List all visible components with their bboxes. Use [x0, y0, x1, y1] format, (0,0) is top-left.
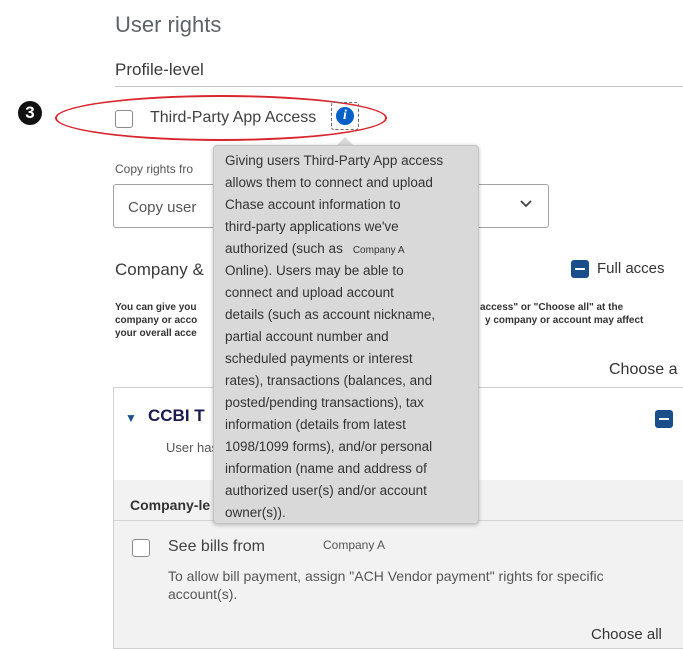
page-title: User rights — [115, 12, 222, 37]
tooltip-line: partial account number and — [225, 329, 389, 344]
copy-user-select-value: Copy user — [128, 199, 197, 216]
full-access-label: Full acces — [597, 260, 665, 277]
choose-all-link[interactable]: Choose all — [591, 626, 662, 643]
tooltip-line: 1098/1099 forms), and/or personal — [225, 439, 433, 454]
company-section-title: Company & — [115, 260, 204, 279]
section-title-profile-level: Profile-level — [115, 60, 204, 79]
divider — [115, 86, 683, 87]
tooltip-line: authorized user(s) and/or account — [225, 483, 427, 498]
bill-payment-note: To allow bill payment, assign "ACH Vendo… — [168, 568, 604, 584]
company-name[interactable]: CCBI T — [148, 406, 205, 426]
copy-rights-label: Copy rights fro — [115, 162, 194, 176]
tooltip-line: information (details from latest — [225, 417, 406, 432]
tooltip-line: scheduled payments or interest — [225, 351, 413, 366]
user-has-text: User has — [166, 440, 219, 455]
tooltip-line: rates), transactions (balances, and — [225, 373, 433, 388]
third-party-access-checkbox[interactable] — [115, 110, 133, 128]
info-icon[interactable]: i — [336, 107, 354, 125]
see-bills-checkbox[interactable] — [132, 539, 150, 557]
company-select-all-checkbox[interactable] — [655, 410, 673, 428]
expand-triangle-icon[interactable]: ▼ — [125, 411, 137, 425]
step-number-badge: 3 — [18, 101, 42, 125]
tooltip-line: owner(s)). — [225, 505, 286, 520]
chevron-down-icon — [519, 197, 533, 216]
tooltip-text: authorized (such as — [225, 241, 343, 256]
company-desc-line: access" or "Choose all" at the — [480, 302, 624, 313]
company-desc-line: You can give you — [115, 302, 197, 313]
tooltip-line: Online). Users may be able to — [225, 263, 404, 278]
bill-payment-note: account(s). — [168, 586, 238, 602]
company-level-heading: Company-le — [130, 497, 211, 513]
tooltip-line: Giving users Third-Party App access — [225, 153, 444, 168]
see-bills-company: Company A — [323, 538, 386, 552]
company-desc-line: y company or account may affect — [485, 315, 644, 326]
tooltip-line: details (such as account nickname, — [225, 307, 436, 322]
tooltip-line: connect and upload account — [225, 285, 394, 300]
tooltip-line: information (name and address of — [225, 461, 427, 476]
company-desc-line: your overall acce — [115, 328, 197, 339]
full-access-checkbox[interactable] — [571, 260, 589, 278]
tooltip-line: authorized (such as Company A — [225, 241, 405, 256]
tooltip-line: posted/pending transactions), tax — [225, 395, 424, 410]
tooltip-line: third-party applications we've — [225, 219, 399, 234]
third-party-access-label: Third-Party App Access — [150, 109, 317, 126]
tooltip-line: Chase account information to — [225, 197, 401, 212]
see-bills-label: See bills from — [168, 538, 265, 555]
tooltip-line: allows them to connect and upload — [225, 175, 433, 190]
tooltip-company: Company A — [352, 245, 405, 256]
company-desc-line: company or acco — [115, 315, 198, 326]
choose-all-link[interactable]: Choose a — [609, 361, 678, 379]
